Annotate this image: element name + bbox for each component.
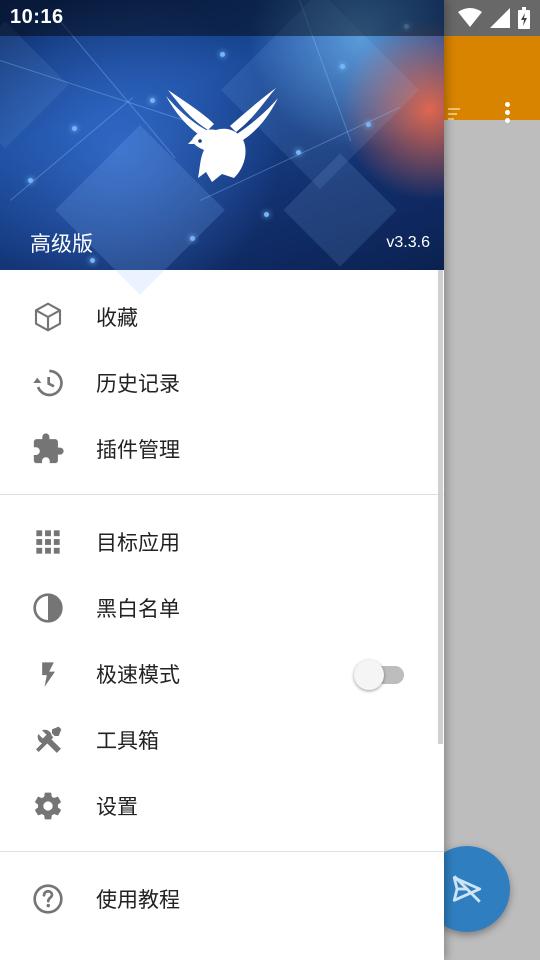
menu-item-label: 工具箱 [96,729,159,753]
menu-item-label: 黑白名单 [96,597,180,621]
status-time: 10:16 [10,6,64,28]
menu-item-label: 历史记录 [96,372,180,396]
signal-icon [490,8,510,28]
menu-item-plugins[interactable]: 插件管理 [0,416,444,482]
menu-item-label: 设置 [96,795,138,819]
eagle-logo [164,84,280,192]
drawer-menu: 收藏 历史记录 插件管理 目标应用 黑白名单 极速模式 工具箱 设置 使用教程 [0,270,444,932]
send-off-icon [452,875,482,903]
app-version: v3.3.6 [386,234,430,251]
gear-icon [30,788,66,824]
puzzle-icon [30,431,66,467]
menu-item-blackwhite-list[interactable]: 黑白名单 [0,575,444,641]
menu-item-label: 目标应用 [96,531,180,555]
menu-item-settings[interactable]: 设置 [0,773,444,839]
bolt-icon [30,656,66,692]
menu-item-label: 插件管理 [96,438,180,462]
drawer-scrollbar[interactable] [438,270,443,744]
menu-item-label: 收藏 [96,306,138,330]
turbo-mode-toggle[interactable] [354,641,406,707]
navigation-drawer: 高级版 v3.3.6 收藏 历史记录 插件管理 目标应用 黑白名单 极速模式 工… [0,0,444,960]
more-options-icon[interactable] [496,100,518,128]
history-icon [30,365,66,401]
edition-title: 高级版 [30,232,93,256]
battery-charging-icon [518,7,530,29]
tools-icon [30,722,66,758]
menu-item-tutorial[interactable]: 使用教程 [0,866,444,932]
wifi-icon [458,8,482,27]
grid-icon [30,524,66,560]
menu-item-target-apps[interactable]: 目标应用 [0,509,444,575]
box-icon [30,299,66,335]
menu-item-toolbox[interactable]: 工具箱 [0,707,444,773]
menu-item-label: 极速模式 [96,663,180,687]
help-icon [30,881,66,917]
status-bar: 10:16 [0,0,540,36]
half-circle-icon [30,590,66,626]
menu-item-favorites[interactable]: 收藏 [0,284,444,350]
menu-item-history[interactable]: 历史记录 [0,350,444,416]
drawer-header: 高级版 v3.3.6 [0,0,444,295]
menu-item-turbo-mode[interactable]: 极速模式 [0,641,444,707]
menu-item-label: 使用教程 [96,888,180,912]
